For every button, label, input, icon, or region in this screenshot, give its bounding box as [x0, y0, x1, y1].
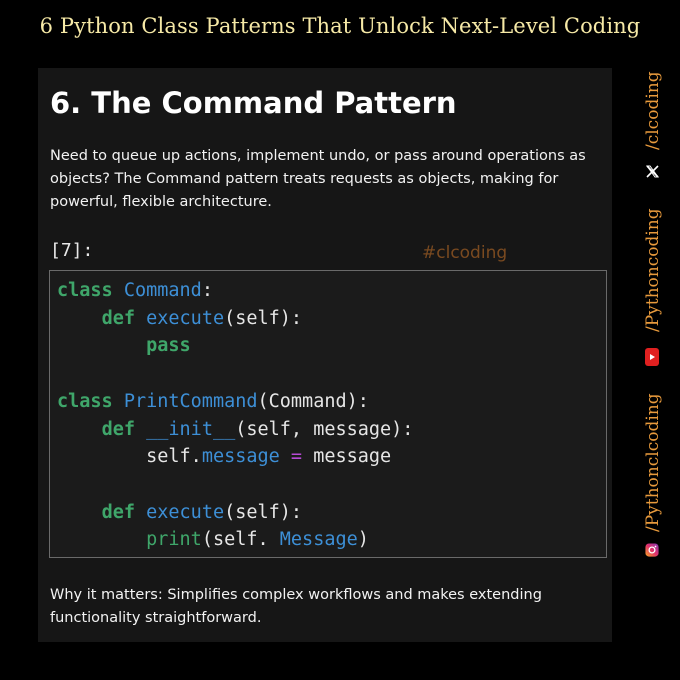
watermark: #clcoding	[422, 243, 508, 263]
code-keyword: def	[101, 501, 135, 523]
code-builtin: print	[146, 529, 202, 551]
code-text: (self, message):	[235, 418, 414, 440]
code-class-name: Command	[123, 280, 202, 301]
code-operator: =	[290, 446, 303, 468]
instagram-handle[interactable]: /Pythonclcoding	[643, 393, 663, 532]
code-text: )	[357, 529, 369, 551]
code-class-name: PrintCommand	[123, 390, 258, 412]
x-icon	[645, 164, 659, 178]
slide-heading: 6. The Command Pattern	[50, 86, 457, 120]
code-text: message	[313, 446, 392, 468]
page-title: 6 Python Class Patterns That Unlock Next…	[39, 14, 641, 38]
code-function-name: execute	[146, 501, 225, 523]
code-keyword: pass	[146, 335, 191, 357]
youtube-handle[interactable]: /Pythoncoding	[643, 208, 663, 332]
cell-prompt: [7]:	[50, 240, 94, 261]
intro-text: Need to queue up actions, implement undo…	[50, 148, 586, 210]
code-text: (Command):	[257, 390, 369, 412]
slide-card: 6. The Command Pattern Need to queue up …	[38, 68, 612, 642]
youtube-icon	[645, 348, 659, 366]
code-cell[interactable]: class Command: def execute(self): pass c…	[49, 270, 607, 558]
code-attribute: message	[201, 446, 280, 468]
code-keyword: class	[57, 280, 113, 301]
code-text: self.	[146, 446, 202, 468]
code-function-name: __init__	[146, 418, 236, 440]
code-keyword: class	[57, 390, 113, 412]
code-text: :	[201, 280, 213, 301]
x-handle[interactable]: /clcoding	[643, 71, 663, 150]
code-keyword: def	[101, 307, 135, 329]
code-keyword: def	[101, 418, 135, 440]
why-it-matters-text: Why it matters: Simplifies complex workf…	[50, 587, 542, 626]
code-text: (self):	[224, 307, 303, 329]
code-block: class Command: def execute(self): pass c…	[57, 277, 413, 554]
code-text: (self):	[224, 501, 303, 523]
code-function-name: execute	[146, 307, 225, 329]
social-sidebar: /clcoding /Pythoncoding /Pythonclcoding	[624, 68, 680, 642]
code-text: (self.	[201, 529, 280, 551]
code-attribute: Message	[279, 529, 358, 551]
instagram-icon	[645, 543, 659, 557]
